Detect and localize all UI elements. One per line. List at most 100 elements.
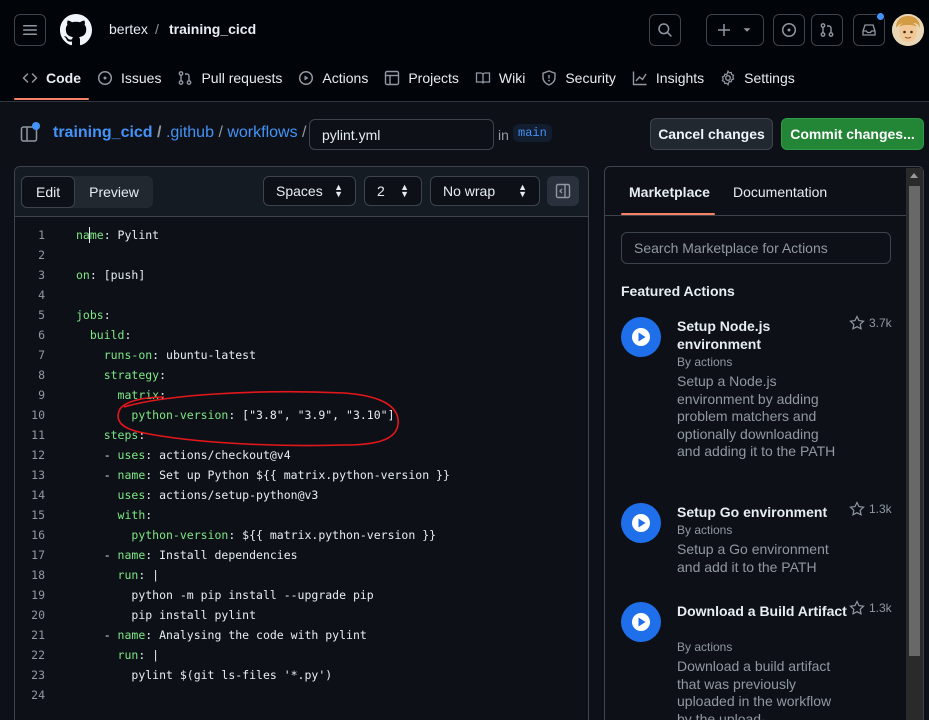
star-count: 1.3k	[869, 601, 892, 615]
code-line[interactable]: 4	[15, 285, 588, 305]
play-icon	[621, 503, 661, 543]
menu-button[interactable]	[14, 14, 46, 46]
line-number: 7	[38, 348, 45, 362]
code-line[interactable]: 17 - name: Install dependencies	[15, 545, 588, 565]
code-lines[interactable]: 1name: Pylint23on: [push]45jobs:6 build:…	[15, 225, 588, 705]
tab-pull-requests[interactable]: Pull requests	[169, 58, 290, 98]
pull-requests-button[interactable]	[811, 14, 843, 46]
code-line[interactable]: 22 run: |	[15, 645, 588, 665]
indent-mode-value: Spaces	[276, 183, 323, 199]
code-line[interactable]: 21 - name: Analysing the code with pylin…	[15, 625, 588, 645]
play-icon	[299, 70, 314, 86]
tab-security-label: Security	[565, 70, 616, 86]
code-icon	[22, 73, 38, 83]
tab-settings[interactable]: Settings	[712, 58, 803, 98]
path-repo-link[interactable]: training_cicd	[53, 124, 153, 141]
action-description: Download a build artifact that was previ…	[677, 658, 832, 720]
code-line[interactable]: 13 - name: Set up Python ${{ matrix.pyth…	[15, 465, 588, 485]
yaml-key: with	[117, 508, 146, 522]
tab-actions[interactable]: Actions	[290, 58, 376, 98]
code-line[interactable]: 19 python -m pip install --upgrade pip	[15, 585, 588, 605]
action-title[interactable]: Download a Build Artifact	[677, 602, 847, 620]
cancel-changes-button[interactable]: Cancel changes	[650, 118, 773, 150]
line-content: runs-on: ubuntu-latest	[45, 348, 256, 362]
yaml-key: run	[117, 648, 139, 662]
indent-mode-select[interactable]: Spaces ▲ ▼	[263, 176, 356, 206]
line-number: 5	[38, 308, 45, 322]
avatar[interactable]	[892, 14, 924, 46]
commit-changes-button[interactable]: Commit changes...	[781, 118, 924, 150]
active-tab-underline	[621, 213, 715, 215]
breadcrumb-owner[interactable]: bertex	[109, 21, 148, 37]
line-content: pylint $(git ls-files '*.py')	[45, 668, 332, 682]
code-line[interactable]: 8 strategy:	[15, 365, 588, 385]
panel-indicator-dot	[32, 122, 40, 130]
path-workflows-link[interactable]: workflows	[227, 124, 297, 141]
scroll-thumb[interactable]	[909, 186, 920, 656]
search-button[interactable]	[649, 14, 681, 46]
path-github-link[interactable]: .github	[166, 124, 214, 141]
code-line[interactable]: 18 run: |	[15, 565, 588, 585]
indent-size-select[interactable]: 2 ▲ ▼	[364, 176, 422, 206]
filename-field[interactable]	[309, 119, 494, 150]
git-pull-request-icon	[820, 23, 834, 37]
code-line[interactable]: 7 runs-on: ubuntu-latest	[15, 345, 588, 365]
code-line[interactable]: 5 jobs:	[15, 305, 588, 325]
yaml-value: :	[103, 308, 111, 322]
wrap-mode-select[interactable]: No wrap ▲ ▼	[430, 176, 540, 206]
code-line[interactable]: 14 uses: actions/setup-python@v3	[15, 485, 588, 505]
marketplace-search-input[interactable]	[621, 232, 891, 264]
sidebar-collapse-button[interactable]	[547, 176, 579, 206]
code-line[interactable]: 1name: Pylint	[15, 225, 588, 245]
yaml-key: build	[89, 328, 125, 342]
code-line[interactable]: 24	[15, 685, 588, 705]
line-number: 24	[31, 688, 45, 702]
tab-insights-label: Insights	[655, 70, 705, 86]
code-line[interactable]: 23 pylint $(git ls-files '*.py')	[15, 665, 588, 685]
line-number: 17	[31, 548, 45, 562]
tab-edit[interactable]: Edit	[21, 176, 76, 208]
tab-insights[interactable]: Insights	[624, 58, 712, 98]
tab-security[interactable]: Security	[533, 58, 624, 98]
star-count: 1.3k	[869, 502, 892, 516]
yaml-value: python -m pip install --upgrade pip	[131, 588, 374, 602]
yaml-value: pip install pylint	[131, 608, 257, 622]
yaml-key: name	[117, 468, 146, 482]
tab-settings-label: Settings	[744, 70, 795, 86]
code-line[interactable]: 3 on: [push]	[15, 265, 588, 285]
sidebar-tabs: Marketplace Documentation	[605, 167, 923, 216]
tab-preview[interactable]: Preview	[75, 176, 153, 208]
sidebar-scrollbar[interactable]	[906, 168, 923, 720]
yaml-key: python-version	[131, 528, 229, 542]
code-line[interactable]: 6 build:	[15, 325, 588, 345]
code-line[interactable]: 16 python-version: ${{ matrix.python-ver…	[15, 525, 588, 545]
breadcrumb-repo[interactable]: training_cicd	[169, 21, 256, 37]
tab-wiki[interactable]: Wiki	[467, 58, 533, 98]
issues-button[interactable]	[773, 14, 805, 46]
line-number: 11	[31, 428, 45, 442]
yaml-value: : actions/setup-python@v3	[145, 488, 319, 502]
yaml-value: : Pylint	[103, 228, 160, 242]
code-line[interactable]: 2	[15, 245, 588, 265]
tab-marketplace[interactable]: Marketplace	[629, 184, 710, 200]
tab-projects-label: Projects	[408, 70, 459, 86]
hamburger-icon	[23, 25, 37, 35]
tab-documentation[interactable]: Documentation	[733, 184, 827, 200]
action-title[interactable]: Setup Node.js environment	[677, 317, 847, 353]
create-new-button[interactable]	[706, 14, 764, 46]
github-logo-icon[interactable]	[60, 14, 92, 46]
code-line[interactable]: 20 pip install pylint	[15, 605, 588, 625]
line-content: - name: Analysing the code with pylint	[45, 628, 367, 642]
code-line[interactable]: 15 with:	[15, 505, 588, 525]
star-icon	[849, 600, 865, 615]
tab-projects[interactable]: Projects	[376, 58, 467, 98]
tab-code[interactable]: Code	[14, 58, 89, 100]
tab-issues[interactable]: Issues	[89, 58, 169, 98]
text-cursor	[89, 227, 90, 243]
scroll-up-arrow-icon[interactable]	[910, 173, 918, 178]
action-title[interactable]: Setup Go environment	[677, 503, 847, 521]
action-description: Setup a Go environment and add it to the…	[677, 541, 829, 575]
